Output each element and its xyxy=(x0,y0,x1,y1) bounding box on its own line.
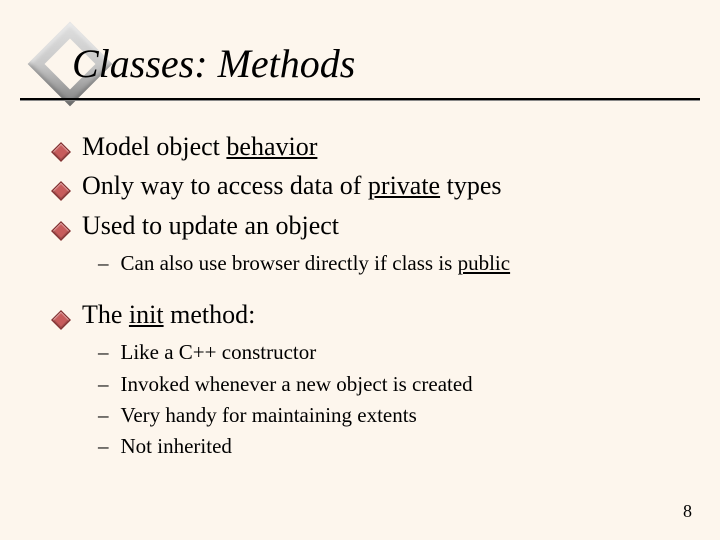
dash-icon: – xyxy=(98,401,109,429)
sub-bullet-item: – Invoked whenever a new object is creat… xyxy=(98,370,680,398)
sub-text-pre: Invoked whenever a new object is created xyxy=(121,372,473,396)
sub-bullet-item: – Like a C++ constructor xyxy=(98,338,680,366)
bullet-text-underline: private xyxy=(368,171,440,200)
bullet-text-pre: Only way to access data of xyxy=(82,171,368,200)
diamond-bullet-icon xyxy=(54,173,68,206)
bullet-text-pre: Used to update an object xyxy=(82,211,339,240)
bullet-text-post: method: xyxy=(164,300,256,329)
bullet-text-underline: behavior xyxy=(226,132,317,161)
sub-bullet-item: – Very handy for maintaining extents xyxy=(98,401,680,429)
sub-bullet-item: – Not inherited xyxy=(98,432,680,460)
slide-title: Classes: Methods xyxy=(72,40,355,87)
diamond-bullet-icon xyxy=(54,213,68,246)
bullet-text-pre: The xyxy=(82,300,129,329)
bullet-item: The init method: xyxy=(54,298,680,335)
bullet-item: Only way to access data of private types xyxy=(54,169,680,206)
sub-text-underline: public xyxy=(458,251,511,275)
bullet-text-underline: init xyxy=(129,300,164,329)
bullet-item: Model object behavior xyxy=(54,130,680,167)
slide-body: Model object behavior Only way to access… xyxy=(54,128,680,464)
diamond-bullet-icon xyxy=(54,134,68,167)
sub-text-pre: Very handy for maintaining extents xyxy=(121,403,417,427)
dash-icon: – xyxy=(98,370,109,398)
sub-text-pre: Like a C++ constructor xyxy=(121,340,317,364)
sub-bullet-item: – Can also use browser directly if class… xyxy=(98,249,680,277)
page-number: 8 xyxy=(683,501,692,522)
sub-text-pre: Can also use browser directly if class i… xyxy=(121,251,458,275)
bullet-item: Used to update an object xyxy=(54,209,680,246)
dash-icon: – xyxy=(98,338,109,366)
dash-icon: – xyxy=(98,249,109,277)
title-underline xyxy=(20,98,700,101)
sub-text-pre: Not inherited xyxy=(121,434,232,458)
diamond-bullet-icon xyxy=(54,302,68,335)
bullet-text-post: types xyxy=(440,171,501,200)
dash-icon: – xyxy=(98,432,109,460)
bullet-text-pre: Model object xyxy=(82,132,226,161)
